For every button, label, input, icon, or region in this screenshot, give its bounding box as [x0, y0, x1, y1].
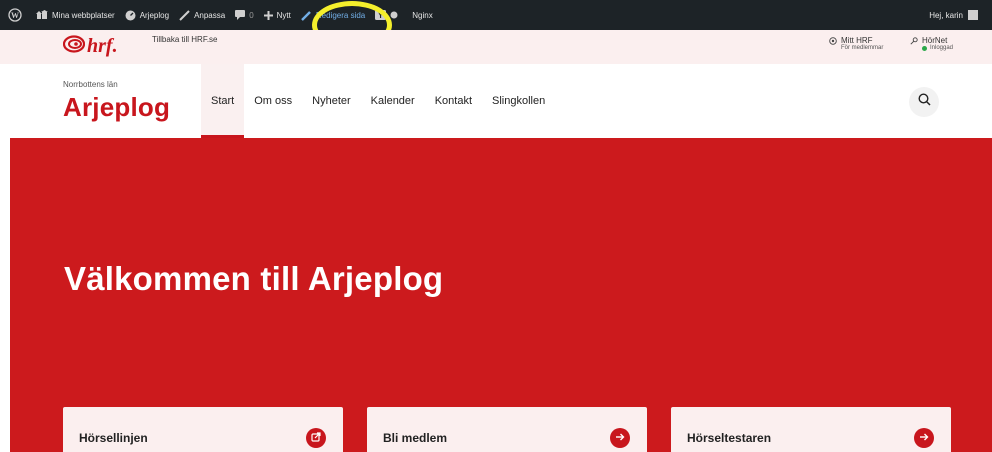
- card-title: Hörseltestaren: [687, 431, 772, 445]
- new-content-menu[interactable]: Nytt: [259, 0, 296, 30]
- comment-icon: [235, 10, 246, 20]
- card-bli-medlem[interactable]: Bli medlem: [367, 407, 647, 452]
- arrow-right-icon: [615, 429, 625, 447]
- svg-text:W: W: [11, 11, 19, 20]
- wp-admin-bar: W Mina webbplatser Arjeplog Anpassa 0 Ny…: [0, 0, 992, 30]
- nginx-label: Nginx: [412, 10, 433, 20]
- card-horseltestaren[interactable]: Hörseltestaren: [671, 407, 951, 452]
- my-sites-label: Mina webbplatser: [52, 10, 115, 20]
- region-label: Norrbottens län: [63, 80, 118, 89]
- site-name-menu[interactable]: Arjeplog: [120, 0, 174, 30]
- nav-item-nyheter[interactable]: Nyheter: [302, 64, 361, 138]
- nav-item-kalender[interactable]: Kalender: [361, 64, 425, 138]
- hrf-swirl-icon: [62, 34, 86, 58]
- edit-page-label: Redigera sida: [315, 10, 366, 20]
- comments-link[interactable]: 0: [230, 0, 258, 30]
- mitt-hrf-link[interactable]: Mitt HRF För medlemmar: [829, 36, 883, 51]
- nav-item-om-oss[interactable]: Om oss: [244, 64, 302, 138]
- wordpress-menu[interactable]: W: [0, 0, 31, 30]
- hornet-status: Inloggad: [922, 45, 953, 51]
- logo-text: hrf.: [87, 34, 118, 57]
- sites-icon: [36, 10, 48, 20]
- logged-in-dot-icon: [922, 45, 927, 51]
- card-external-link-button[interactable]: [306, 428, 326, 448]
- brush-icon: [179, 9, 190, 21]
- svg-text:Y: Y: [378, 11, 384, 20]
- main-nav: Start Om oss Nyheter Kalender Kontakt Sl…: [201, 64, 555, 138]
- nav-item-kontakt[interactable]: Kontakt: [425, 64, 482, 138]
- yoast-seo-menu[interactable]: Y: [370, 0, 407, 30]
- hornet-link[interactable]: HörNet Inloggad: [910, 36, 953, 51]
- hornet-sub: Inloggad: [930, 45, 954, 51]
- nav-item-slingkollen[interactable]: Slingkollen: [482, 64, 555, 138]
- customize-label: Anpassa: [194, 10, 226, 20]
- nginx-menu[interactable]: Nginx: [407, 0, 437, 30]
- card-title: Hörsellinjen: [79, 431, 148, 445]
- dashboard-icon: [125, 10, 136, 21]
- card-title: Bli medlem: [383, 431, 448, 445]
- plus-icon: [263, 10, 273, 20]
- nav-item-start[interactable]: Start: [201, 64, 245, 138]
- greeting-label: Hej, karin: [929, 10, 963, 20]
- arrow-right-icon: [919, 429, 929, 447]
- avatar: [968, 10, 978, 20]
- search-button[interactable]: [909, 87, 939, 117]
- mitt-hrf-label: Mitt HRF: [841, 36, 873, 45]
- my-sites-menu[interactable]: Mina webbplatser: [31, 0, 120, 30]
- new-label: Nytt: [276, 10, 291, 20]
- hornet-label: HörNet: [922, 36, 948, 45]
- member-icon: [829, 37, 837, 47]
- back-to-hrf-link[interactable]: Tillbaka till HRF.se: [152, 35, 218, 44]
- mitt-hrf-sub: För medlemmar: [841, 45, 884, 51]
- pencil-icon: [301, 10, 312, 21]
- account-menu[interactable]: Hej, karin: [929, 0, 978, 30]
- yoast-icon: Y: [375, 10, 387, 20]
- external-link-icon: [311, 429, 321, 447]
- seo-status-dot-icon: [390, 11, 398, 19]
- site-name-label: Arjeplog: [139, 10, 170, 20]
- card-arrow-button[interactable]: [914, 428, 934, 448]
- hero-title: Välkommen till Arjeplog: [64, 260, 444, 297]
- customize-link[interactable]: Anpassa: [174, 0, 230, 30]
- search-icon: [917, 93, 931, 111]
- hrf-logo[interactable]: hrf.: [62, 34, 118, 58]
- edit-page-link[interactable]: Redigera sida: [296, 0, 370, 30]
- key-icon: [910, 37, 918, 47]
- comments-count: 0: [249, 10, 254, 20]
- wordpress-logo-icon: W: [8, 8, 22, 22]
- site-title[interactable]: Arjeplog: [63, 92, 170, 123]
- card-arrow-button[interactable]: [610, 428, 630, 448]
- card-horsellinjen[interactable]: Hörsellinjen: [63, 407, 343, 452]
